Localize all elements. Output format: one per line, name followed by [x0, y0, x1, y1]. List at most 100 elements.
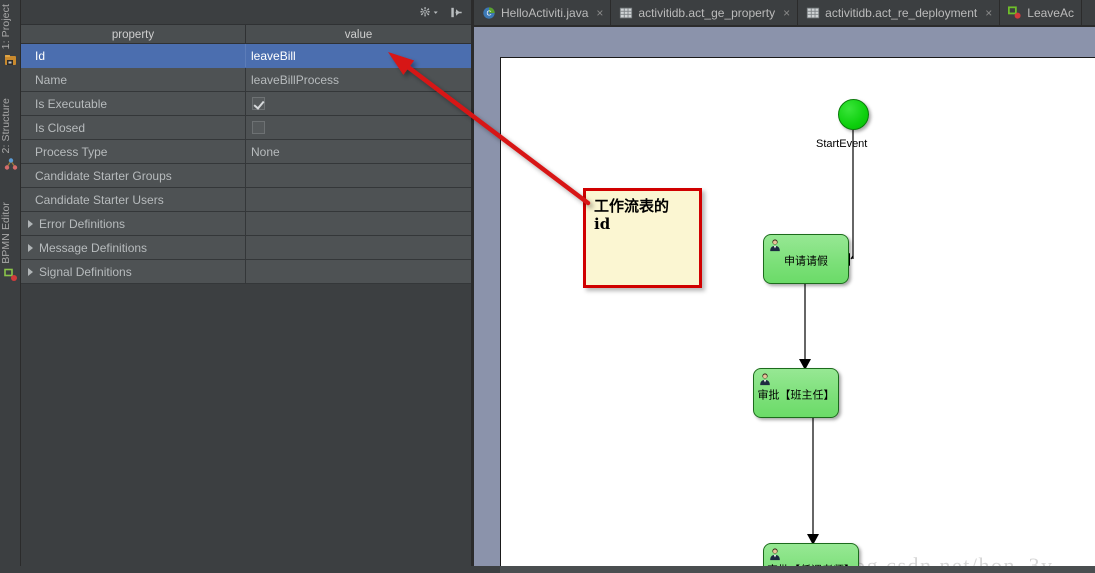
column-header-value[interactable]: value: [246, 25, 471, 44]
properties-panel-toolbar: [21, 0, 471, 24]
editor-tab-label: activitidb.act_re_deployment: [825, 5, 978, 20]
table-row[interactable]: Is Executable: [21, 92, 471, 116]
editor-tab[interactable]: activitidb.act_re_deployment ×: [798, 0, 1001, 25]
property-name-cell[interactable]: Candidate Starter Users: [21, 188, 246, 211]
close-tab-button[interactable]: ×: [783, 6, 790, 20]
properties-panel-empty-area: [21, 284, 471, 555]
collapse-panel-icon: [450, 7, 462, 17]
close-tab-button[interactable]: ×: [596, 6, 603, 20]
bpmn-start-event[interactable]: [838, 99, 869, 130]
editor-tab[interactable]: LeaveAc: [1000, 0, 1082, 25]
property-name-cell[interactable]: Is Closed: [21, 116, 246, 139]
bpmn-sequence-flows: [799, 130, 854, 545]
collapse-panel-button[interactable]: [447, 3, 465, 21]
left-tool-strip: 1: Project 2: Structure BPMN Editor: [0, 0, 21, 573]
db-table-icon: [807, 7, 820, 18]
property-value-cell[interactable]: [246, 212, 471, 235]
bpmn-shapes-icon: [3, 268, 17, 281]
diagram-canvas-backdrop[interactable]: http://blog.csdn.net/hon_3y StartEvent 申请…: [474, 27, 1095, 573]
editor-area: C HelloActiviti.java × activitidb.act_ge_pr…: [474, 0, 1095, 573]
property-name-label: Signal Definitions: [39, 264, 132, 279]
property-name-cell[interactable]: Is Executable: [21, 92, 246, 115]
expand-triangle-icon[interactable]: [28, 267, 33, 276]
close-tab-button[interactable]: ×: [985, 6, 992, 20]
bpmn-start-event-label: StartEvent: [816, 138, 868, 150]
gear-icon: [420, 6, 430, 16]
property-value-cell[interactable]: None: [246, 140, 471, 163]
table-row[interactable]: Candidate Starter Groups: [21, 164, 471, 188]
user-task-person-icon: [760, 373, 770, 386]
table-row[interactable]: Is Closed: [21, 116, 471, 140]
bpmn-user-task[interactable]: 申请请假: [763, 234, 849, 284]
java-class-icon: C: [483, 6, 495, 19]
sidebar-tab-bpmn-editor-label: BPMN Editor: [0, 202, 12, 264]
user-task-person-icon: [770, 239, 780, 252]
property-value-cell[interactable]: [246, 260, 471, 283]
checkbox-checked-icon[interactable]: [252, 97, 265, 110]
expand-triangle-icon[interactable]: [28, 243, 33, 252]
bpmn-diagram-sheet[interactable]: http://blog.csdn.net/hon_3y StartEvent 申请…: [500, 57, 1095, 573]
property-name-cell[interactable]: Signal Definitions: [21, 260, 246, 283]
table-row[interactable]: Name leaveBillProcess: [21, 68, 471, 92]
property-name-cell[interactable]: Message Definitions: [21, 236, 246, 259]
table-row[interactable]: Error Definitions: [21, 212, 471, 236]
property-name-label: Candidate Starter Groups: [35, 168, 172, 183]
property-name-label: Name: [35, 72, 68, 87]
property-value-cell[interactable]: leaveBillProcess: [246, 68, 471, 91]
editor-tab[interactable]: activitidb.act_ge_property ×: [611, 0, 799, 25]
property-name-label: Id: [35, 48, 46, 63]
project-folder-icon: [4, 55, 16, 66]
editor-tab-bar: C HelloActiviti.java × activitidb.act_ge_pr…: [474, 0, 1095, 25]
table-row[interactable]: Id leaveBill: [21, 44, 471, 68]
property-value-cell[interactable]: [246, 188, 471, 211]
column-header-property[interactable]: property: [21, 25, 246, 44]
table-row[interactable]: Message Definitions: [21, 236, 471, 260]
table-row[interactable]: Process Type None: [21, 140, 471, 164]
bpmn-user-task-label: 审批【班主任】: [757, 388, 835, 402]
property-name-cell[interactable]: Candidate Starter Groups: [21, 164, 246, 187]
property-name-label: Candidate Starter Users: [35, 192, 164, 207]
property-name-cell[interactable]: Id: [21, 44, 246, 67]
property-name-cell[interactable]: Name: [21, 68, 246, 91]
table-row[interactable]: Signal Definitions: [21, 260, 471, 284]
property-name-label: Is Executable: [35, 96, 108, 111]
settings-button[interactable]: [420, 3, 438, 21]
structure-nodes-icon: [4, 158, 17, 171]
bpmn-text-annotation-label: 工作流表的 id: [594, 197, 670, 233]
bpmn-file-icon: [1008, 5, 1021, 19]
property-value-cell[interactable]: [246, 92, 471, 115]
sidebar-tab-structure[interactable]: 2: Structure: [0, 96, 21, 173]
editor-tab[interactable]: C HelloActiviti.java ×: [474, 0, 612, 25]
ide-window: 1: Project 2: Structure BPMN Editor prop…: [0, 0, 1095, 573]
property-value-label: None: [251, 144, 280, 159]
property-value-cell[interactable]: [246, 116, 471, 139]
svg-text:C: C: [486, 10, 491, 17]
property-name-cell[interactable]: Error Definitions: [21, 212, 246, 235]
property-value-cell[interactable]: leaveBill: [246, 44, 471, 67]
sidebar-tab-project[interactable]: 1: Project: [0, 2, 21, 69]
table-row[interactable]: Candidate Starter Users: [21, 188, 471, 212]
editor-tab-label: activitidb.act_ge_property: [638, 5, 776, 20]
property-name-label: Error Definitions: [39, 216, 126, 231]
expand-triangle-icon[interactable]: [28, 219, 33, 228]
bpmn-text-annotation[interactable]: 工作流表的 id: [583, 188, 702, 288]
bpmn-user-task-label: 申请请假: [784, 254, 828, 268]
property-value-label: leaveBill: [251, 48, 296, 63]
sidebar-tab-bpmn-editor[interactable]: BPMN Editor: [0, 200, 21, 284]
editor-tab-label: LeaveAc: [1027, 5, 1074, 20]
property-name-cell[interactable]: Process Type: [21, 140, 246, 163]
table-header-row: property value: [21, 25, 471, 44]
sidebar-tab-structure-label: 2: Structure: [0, 98, 12, 154]
property-value-cell[interactable]: [246, 236, 471, 259]
bpmn-properties-panel: property value Id leaveBill Name leaveBillP…: [21, 0, 471, 573]
table-body: Id leaveBill Name leaveBillProcess Is Execut…: [21, 44, 471, 284]
bpmn-user-task[interactable]: 审批【班主任】: [753, 368, 839, 418]
property-name-label: Process Type: [35, 144, 108, 159]
checkbox-unchecked-icon[interactable]: [252, 121, 265, 134]
property-value-cell[interactable]: [246, 164, 471, 187]
sidebar-tab-project-label: 1: Project: [0, 4, 12, 50]
editor-tab-label: HelloActiviti.java: [501, 5, 589, 20]
property-name-label: Message Definitions: [39, 240, 148, 255]
db-table-icon: [620, 7, 633, 18]
chevron-down-icon: [433, 10, 438, 14]
